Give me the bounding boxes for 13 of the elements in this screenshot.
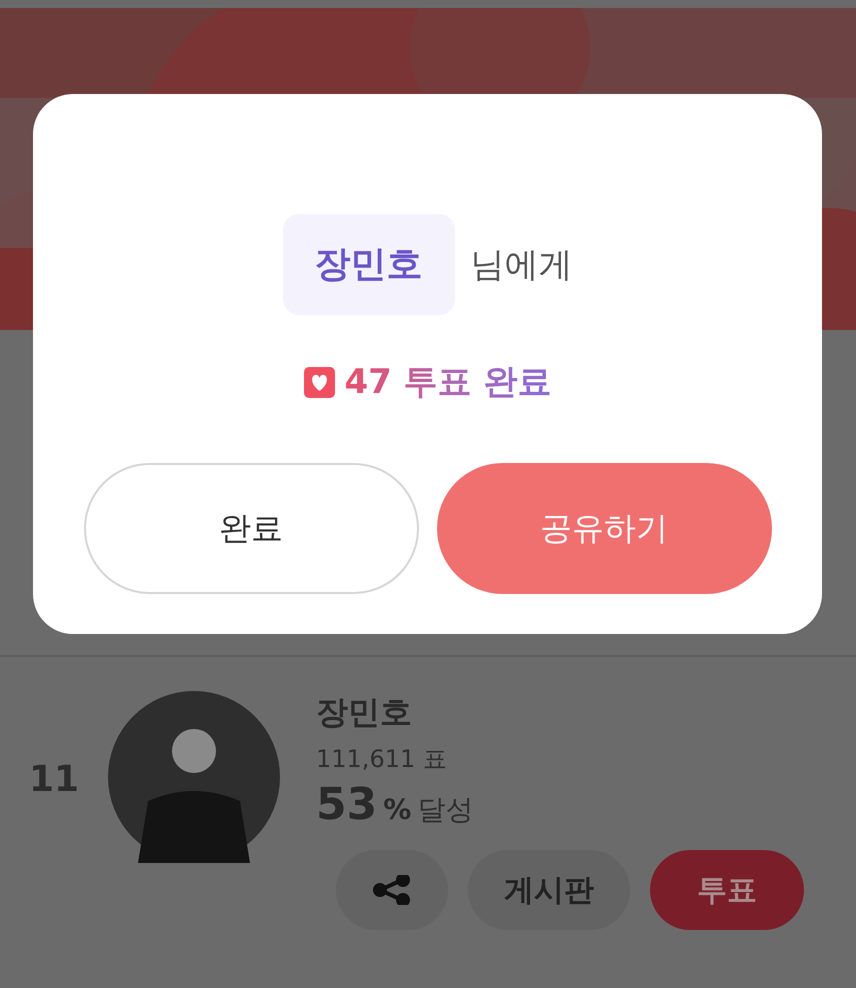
done-button[interactable]: 완료 [84,463,418,594]
vote-count: 111,611 표 [316,744,448,775]
vote-button[interactable]: 투표 [650,850,804,930]
recipient-name: 장민호 [282,214,454,315]
share-button[interactable]: 공유하기 [436,463,772,594]
percent-value: 53 [316,779,378,830]
candidate-name: 장민호 [316,692,413,733]
board-button[interactable]: 게시판 [468,850,630,930]
rank-number: 11 [28,759,80,800]
recipient-label: 님에게 [470,244,572,286]
percent-label: 달성 [417,792,474,828]
percent-unit: % [383,793,412,826]
share-icon [372,875,412,905]
